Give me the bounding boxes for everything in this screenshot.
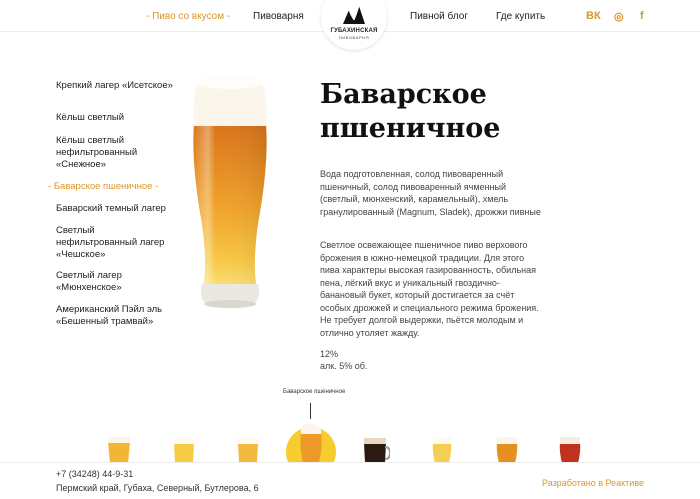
- footer-phone[interactable]: +7 (34248) 44-9-31: [56, 469, 133, 479]
- carousel-item-isetskoe[interactable]: [107, 437, 131, 463]
- product-gravity: 12%: [320, 349, 339, 359]
- carousel-pointer: [310, 403, 311, 419]
- carousel-item-pale-ale[interactable]: [558, 437, 582, 463]
- carousel-item-kolsch[interactable]: [172, 437, 196, 463]
- footer: +7 (34248) 44-9-31 Пермский край, Губаха…: [0, 462, 700, 499]
- sidebar-item-kolsch-snezhnoe[interactable]: Кёльш светлый нефильтрованный «Снежное»: [56, 135, 176, 171]
- nav-dash-right: -: [224, 11, 231, 22]
- nav-item-where-to-buy[interactable]: Где купить: [496, 11, 545, 22]
- carousel-selected-caption: Баварское пшеничное: [283, 389, 346, 395]
- product-abv: алк. 5% об.: [320, 361, 368, 371]
- logo[interactable]: ГУБАХИНСКАЯ ПИВОВАРНЯ: [321, 0, 387, 50]
- logo-name: ГУБАХИНСКАЯ: [330, 28, 378, 34]
- nav-label: Пиво со вкусом: [152, 11, 225, 22]
- carousel-item-bavarian-wheat[interactable]: [299, 424, 323, 463]
- sidebar-item-myunkhenskoe[interactable]: Светлый лагер «Мюнхенское»: [56, 270, 176, 294]
- sidebar-item-pale-ale[interactable]: Американский Пэйл эль «Бешенный трамвай»: [56, 304, 176, 328]
- footer-developer-link[interactable]: Разработано в Реактиве: [542, 478, 644, 488]
- sidebar-item-label: Баварское пшеничное: [53, 181, 153, 192]
- sidebar-item-bavarian-dark[interactable]: Баварский темный лагер: [56, 203, 176, 215]
- sidebar-item-bavarian-wheat[interactable]: - Баварское пшеничное -: [48, 181, 168, 193]
- facebook-icon[interactable]: f: [640, 10, 644, 22]
- carousel-item-bavarian-dark[interactable]: [362, 437, 390, 463]
- product-title: Баварское пшеничное: [320, 79, 501, 144]
- carousel-item-myunkhenskoe[interactable]: [495, 437, 519, 463]
- nav-item-beer-blog[interactable]: Пивной блог: [410, 11, 468, 22]
- instagram-icon[interactable]: ◎: [614, 10, 624, 23]
- active-dash-right: -: [152, 181, 159, 192]
- vk-icon[interactable]: ВК: [586, 10, 601, 22]
- beer-glass-image: [193, 75, 267, 308]
- sidebar-item-isetskoe[interactable]: Крепкий лагер «Исетское»: [56, 80, 176, 92]
- mountains-logo-icon: [343, 6, 365, 24]
- product-ingredients: Вода подготовленная, солод пивоваренный …: [320, 169, 541, 217]
- carousel-item-kolsch-snezhnoe[interactable]: [236, 437, 260, 463]
- sidebar-item-cheshskoe[interactable]: Светлый нефильтрованный лагер «Чешское»: [56, 225, 176, 261]
- logo-subtitle: ПИВОВАРНЯ: [338, 35, 370, 40]
- carousel-item-cheshskoe[interactable]: [431, 437, 453, 463]
- footer-address: Пермский край, Губаха, Северный, Бутлеро…: [56, 483, 259, 493]
- nav-item-beer-taste[interactable]: - Пиво со вкусом -: [146, 11, 230, 22]
- nav-item-brewery[interactable]: Пивоварня: [253, 11, 304, 22]
- sidebar-item-kolsch[interactable]: Кёльш светлый: [56, 112, 176, 124]
- product-description: Светлое освежающее пшеничное пиво верхов…: [320, 240, 539, 338]
